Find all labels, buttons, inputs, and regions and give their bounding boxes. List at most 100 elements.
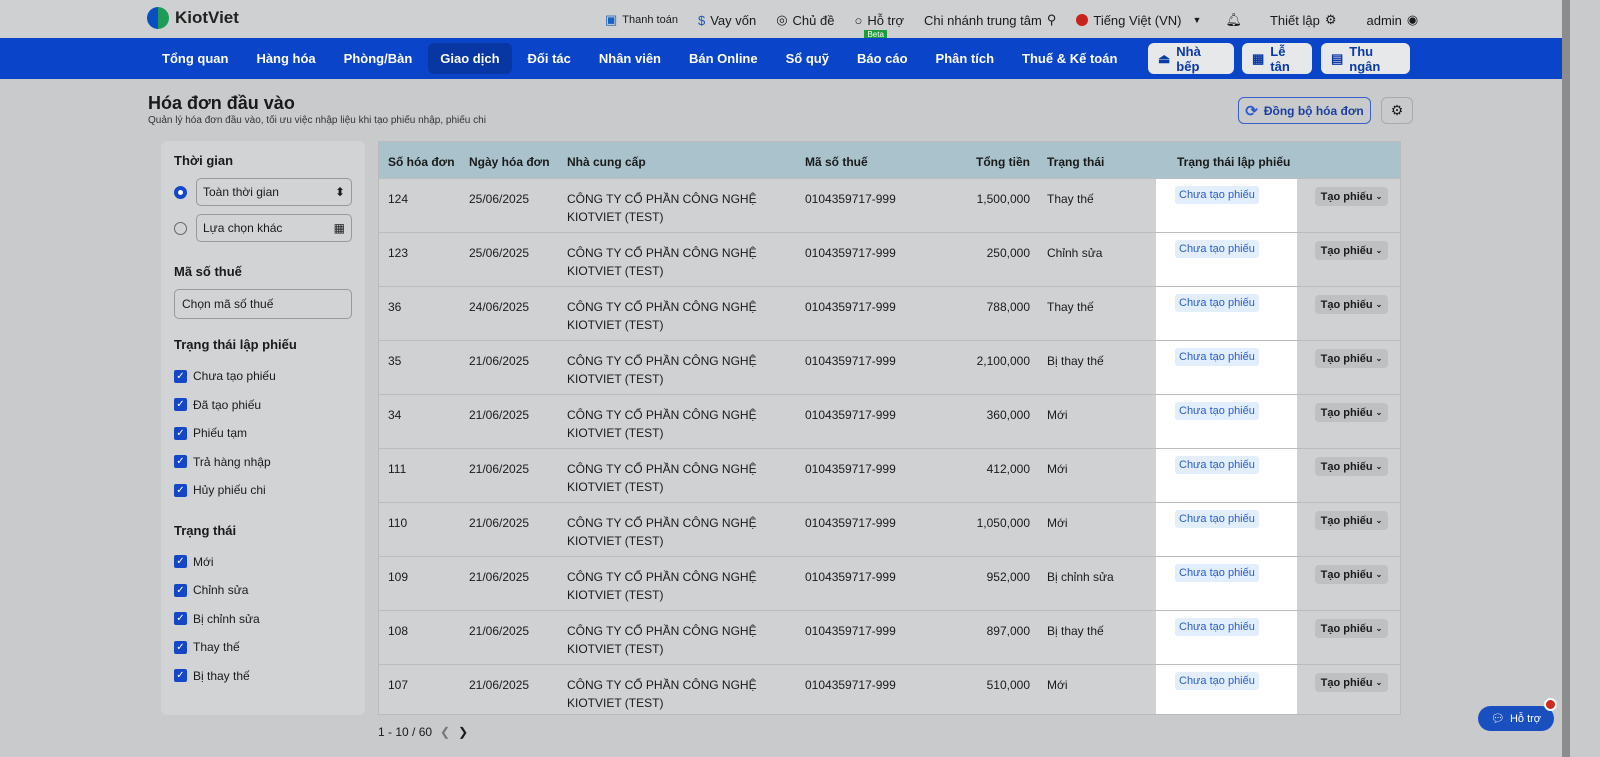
status-checkbox-label: Bị thay thế <box>193 668 250 683</box>
create-voucher-button[interactable]: Tạo phiếu ⌄ <box>1315 295 1388 314</box>
checkbox-checked-icon[interactable]: ✓ <box>174 398 187 412</box>
table-row[interactable]: 34 21/06/2025 CÔNG TY CỔ PHẦN CÔNG NGHỆ K… <box>379 394 1400 448</box>
header-invoice-no[interactable]: Số hóa đơn <box>388 153 455 171</box>
nav-item[interactable]: Bán Online <box>677 43 770 74</box>
invoice-date: 24/06/2025 <box>469 300 530 314</box>
create-voucher-button[interactable]: Tạo phiếu ⌄ <box>1315 673 1388 692</box>
invoice-date: 21/06/2025 <box>469 408 530 422</box>
table-row[interactable]: 110 21/06/2025 CÔNG TY CỔ PHẦN CÔNG NGHỆ… <box>379 502 1400 556</box>
logo[interactable]: KiotViet <box>147 7 239 29</box>
checkbox-checked-icon[interactable]: ✓ <box>174 369 187 383</box>
voucher-status-badge: Chưa tạo phiếu <box>1175 348 1259 366</box>
theme-link[interactable]: ◎ Chủ đề <box>776 12 834 28</box>
nav-item[interactable]: Báo cáo <box>845 43 920 74</box>
notification-dot <box>1544 698 1557 711</box>
nav-item[interactable]: Giao dịch <box>428 43 512 74</box>
create-voucher-button[interactable]: Tạo phiếu ⌄ <box>1315 619 1388 638</box>
voucher-status-checkbox[interactable]: ✓ Trả hàng nhập <box>174 448 352 477</box>
time-other-radio[interactable] <box>174 221 187 235</box>
create-voucher-button[interactable]: Tạo phiếu ⌄ <box>1315 511 1388 530</box>
tax-code: 0104359717-999 <box>805 354 896 368</box>
create-voucher-button[interactable]: Tạo phiếu ⌄ <box>1315 403 1388 422</box>
nav-item[interactable]: Hàng hóa <box>244 43 327 74</box>
nav-item[interactable]: Thuế & Kế toán <box>1010 43 1129 74</box>
table-row[interactable]: 109 21/06/2025 CÔNG TY CỔ PHẦN CÔNG NGHỆ… <box>379 556 1400 610</box>
checkbox-checked-icon[interactable]: ✓ <box>174 483 187 497</box>
create-voucher-button[interactable]: Tạo phiếu ⌄ <box>1315 349 1388 368</box>
table-row[interactable]: 111 21/06/2025 CÔNG TY CỔ PHẦN CÔNG NGHỆ… <box>379 448 1400 502</box>
checkbox-checked-icon[interactable]: ✓ <box>174 669 187 683</box>
nav-item[interactable]: Sổ quỹ <box>774 43 841 74</box>
help-chat-button[interactable]: 💬︎ Hỗ trợ <box>1478 706 1554 731</box>
table-header: Số hóa đơn Ngày hóa đơn Nhà cung cấp Mã … <box>379 142 1400 178</box>
table-row[interactable]: 36 24/06/2025 CÔNG TY CỔ PHẦN CÔNG NGHỆ K… <box>379 286 1400 340</box>
cashier-button[interactable]: ▤ Thu ngân <box>1321 43 1410 74</box>
header-voucher-status[interactable]: Trạng thái lập phiếu <box>1177 153 1290 171</box>
voucher-status-checkbox[interactable]: ✓ Chưa tạo phiếu <box>174 362 352 391</box>
settings-link[interactable]: Thiết lập ⚙ <box>1270 12 1337 28</box>
header-tax-code[interactable]: Mã số thuế <box>805 153 868 171</box>
help-label: Hỗ trợ <box>1509 712 1542 725</box>
table-row[interactable]: 123 25/06/2025 CÔNG TY CỔ PHẦN CÔNG NGHỆ… <box>379 232 1400 286</box>
invoice-no: 109 <box>388 570 409 584</box>
notification-button[interactable]: 🔔︎ <box>1221 12 1242 28</box>
nav-item[interactable]: Đối tác <box>516 43 583 74</box>
page-scrollbar[interactable] <box>1562 0 1570 757</box>
status-checkbox[interactable]: ✓ Mới <box>174 548 352 577</box>
checkbox-checked-icon[interactable]: ✓ <box>174 612 187 626</box>
chevron-right-icon[interactable]: ❯ <box>458 725 468 739</box>
create-voucher-button[interactable]: Tạo phiếu ⌄ <box>1315 457 1388 476</box>
support-link[interactable]: ○ Hỗ trợ Beta <box>854 13 904 39</box>
header-invoice-date[interactable]: Ngày hóa đơn <box>469 153 550 171</box>
voucher-status-badge: Chưa tạo phiếu <box>1175 510 1259 528</box>
nav-item[interactable]: Phòng/Bàn <box>332 43 425 74</box>
user-menu[interactable]: admin ◉ <box>1366 12 1418 28</box>
loan-link[interactable]: $ Vay vốn <box>698 13 756 28</box>
checkbox-checked-icon[interactable]: ✓ <box>174 583 187 597</box>
kitchen-button[interactable]: ⏏ Nhà bếp <box>1148 43 1234 74</box>
supplier-line1: CÔNG TY CỔ PHẦN CÔNG NGHỆ <box>567 462 757 476</box>
create-voucher-button[interactable]: Tạo phiếu ⌄ <box>1315 241 1388 260</box>
voucher-status-checkbox[interactable]: ✓ Hủy phiếu chi <box>174 476 352 505</box>
branch-selector[interactable]: Chi nhánh trung tâm ⚲ <box>924 12 1056 28</box>
create-voucher-button[interactable]: Tạo phiếu ⌄ <box>1315 187 1388 206</box>
time-all-select[interactable]: Toàn thời gian ⬍ <box>196 178 352 206</box>
voucher-status-checkbox[interactable]: ✓ Đã tạo phiếu <box>174 391 352 420</box>
time-other-picker[interactable]: Lựa chọn khác ▦ <box>196 214 352 242</box>
caret-down-icon: ▼ <box>1192 15 1202 25</box>
table-row[interactable]: 35 21/06/2025 CÔNG TY CỔ PHẦN CÔNG NGHỆ K… <box>379 340 1400 394</box>
nav-item[interactable]: Nhân viên <box>587 43 673 74</box>
header-total[interactable]: Tổng tiền <box>976 153 1030 171</box>
checkbox-checked-icon[interactable]: ✓ <box>174 555 187 569</box>
table-settings-button[interactable]: ⚙ <box>1381 97 1413 124</box>
table-row[interactable]: 124 25/06/2025 CÔNG TY CỔ PHẦN CÔNG NGHỆ… <box>379 178 1400 232</box>
nav-item[interactable]: Tổng quan <box>150 43 240 74</box>
total-amount: 510,000 <box>986 678 1030 692</box>
status-checkbox[interactable]: ✓ Chỉnh sửa <box>174 576 352 605</box>
checkbox-checked-icon[interactable]: ✓ <box>174 426 187 440</box>
invoice-no: 110 <box>388 516 408 530</box>
language-selector[interactable]: Tiếng Việt (VN) ▼ <box>1076 13 1201 28</box>
time-filter-title: Thời gian <box>174 153 234 168</box>
status-checkbox[interactable]: ✓ Bị thay thế <box>174 662 352 691</box>
create-voucher-button[interactable]: Tạo phiếu ⌄ <box>1315 565 1388 584</box>
nav-item[interactable]: Phân tích <box>924 43 1007 74</box>
header-supplier[interactable]: Nhà cung cấp <box>567 153 646 171</box>
branch-label: Chi nhánh trung tâm <box>924 12 1042 28</box>
checkbox-checked-icon[interactable]: ✓ <box>174 640 187 654</box>
tax-code-input[interactable]: Chọn mã số thuế <box>174 289 352 319</box>
checkbox-checked-icon[interactable]: ✓ <box>174 455 187 469</box>
status-checkbox[interactable]: ✓ Bị chỉnh sửa <box>174 605 352 634</box>
sync-invoices-button[interactable]: ⟳ Đồng bộ hóa đơn <box>1238 97 1371 124</box>
header-status[interactable]: Trạng thái <box>1047 153 1104 171</box>
table-row[interactable]: 108 21/06/2025 CÔNG TY CỔ PHẦN CÔNG NGHỆ… <box>379 610 1400 664</box>
table-row[interactable]: 107 21/06/2025 CÔNG TY CỔ PHẦN CÔNG NGHỆ… <box>379 664 1400 718</box>
voucher-status-badge: Chưa tạo phiếu <box>1175 294 1259 312</box>
payment-link[interactable]: ▣ Thanh toán <box>605 12 678 28</box>
time-all-radio[interactable] <box>174 185 187 199</box>
voucher-status-checkbox[interactable]: ✓ Phiếu tạm <box>174 419 352 448</box>
reception-button[interactable]: ▦ Lễ tân <box>1242 43 1312 74</box>
status-checkbox[interactable]: ✓ Thay thế <box>174 633 352 662</box>
chevron-left-icon[interactable]: ❮ <box>440 725 450 739</box>
supplier: CÔNG TY CỔ PHẦN CÔNG NGHỆ KIOTVIET (TEST) <box>567 298 757 334</box>
